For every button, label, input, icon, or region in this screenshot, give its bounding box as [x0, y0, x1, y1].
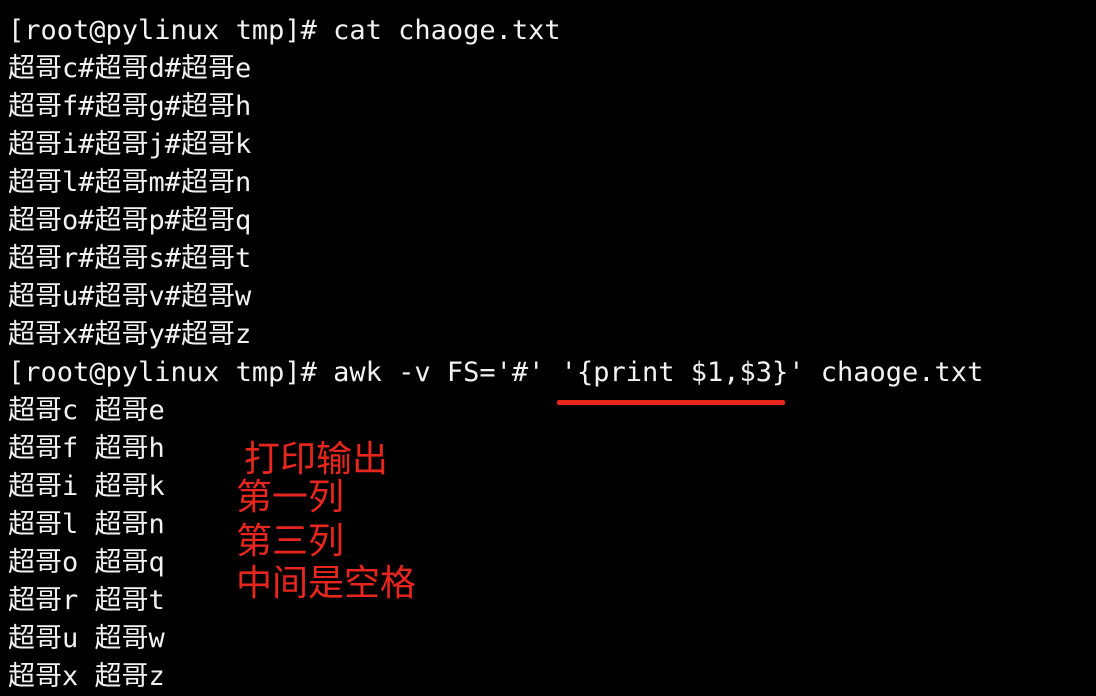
terminal-line-prompt-cat: [root@pylinux tmp]# cat chaoge.txt	[8, 15, 561, 46]
terminal-line-output: 超哥u 超哥w	[8, 623, 165, 654]
annotation-line: 中间是空格	[236, 563, 417, 604]
terminal-line-output: 超哥i#超哥j#超哥k	[8, 129, 252, 160]
terminal-line-output: 超哥r 超哥t	[8, 585, 165, 616]
terminal-line-output: 超哥f#超哥g#超哥h	[8, 91, 252, 122]
terminal-line-output: 超哥i 超哥k	[8, 471, 165, 502]
terminal-line-prompt-awk: [root@pylinux tmp]# awk -v FS='#' '{prin…	[8, 357, 984, 388]
terminal-line-output: 超哥l 超哥n	[8, 509, 165, 540]
terminal-line-output: 超哥o#超哥p#超哥q	[8, 205, 252, 236]
terminal-window[interactable]: ~ ~ [root@pylinux tmp]# cat chaoge.txt 超…	[0, 0, 1096, 696]
annotation-line: 第一列	[236, 477, 345, 518]
terminal-line-output: 超哥x 超哥z	[8, 661, 165, 692]
terminal-line-output: 超哥l#超哥m#超哥n	[8, 167, 252, 198]
annotation-line: 打印输出	[244, 439, 389, 480]
terminal-line-output: 超哥r#超哥s#超哥t	[8, 243, 252, 274]
terminal-line-output: 超哥f 超哥h	[8, 433, 165, 464]
annotation-underline	[557, 400, 785, 405]
terminal-line-output: 超哥x#超哥y#超哥z	[8, 319, 252, 350]
terminal-line-output: 超哥c 超哥e	[8, 395, 165, 426]
terminal-line-output: 超哥o 超哥q	[8, 547, 165, 578]
annotation-line: 第三列	[236, 521, 345, 562]
terminal-line-output: 超哥u#超哥v#超哥w	[8, 281, 252, 312]
terminal-partial-line: ~ ~	[8, 0, 57, 12]
terminal-line-output: 超哥c#超哥d#超哥e	[8, 53, 252, 84]
